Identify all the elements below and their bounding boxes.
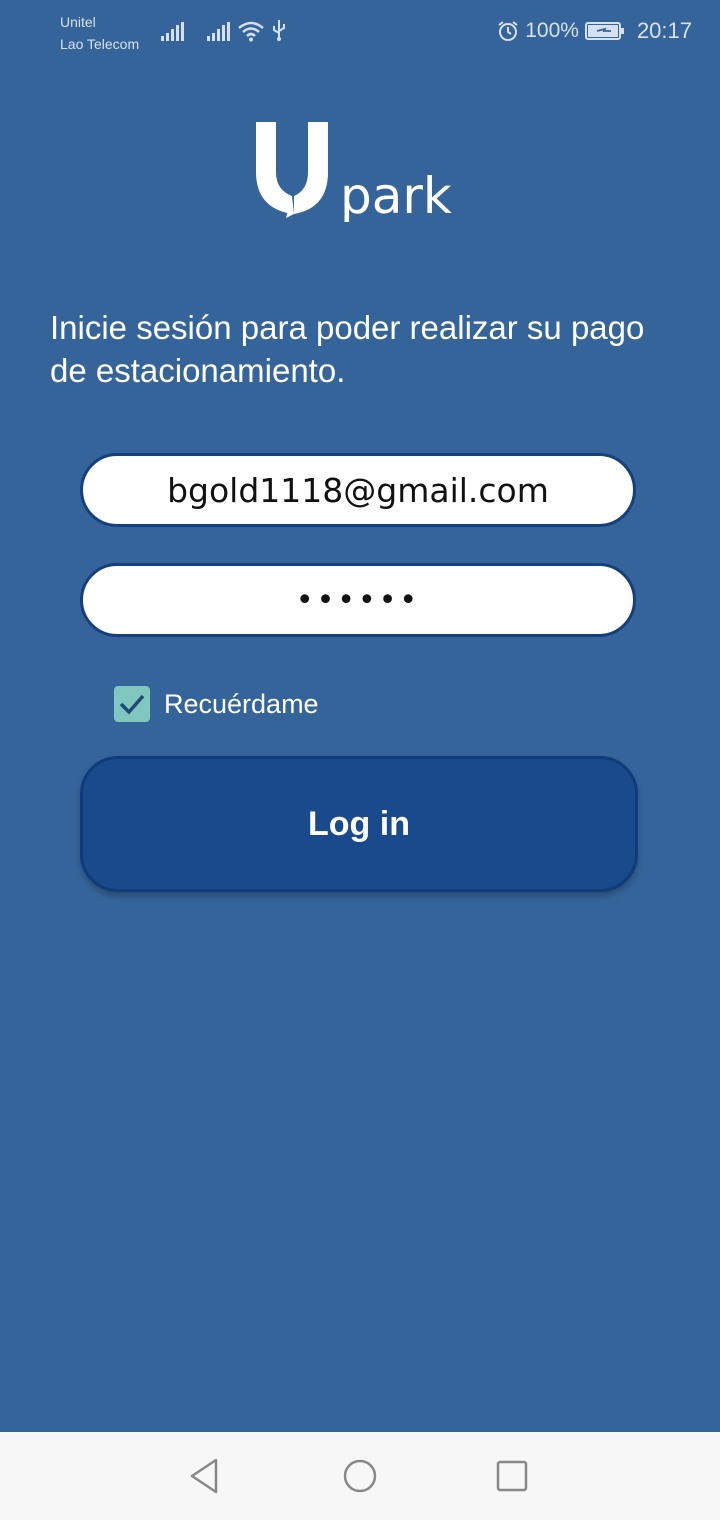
usb-icon [273, 20, 285, 41]
clock: 20:17 [636, 18, 692, 43]
upark-logo: park [256, 122, 452, 222]
signal-icon [207, 22, 230, 41]
recents-icon[interactable] [492, 1456, 532, 1496]
battery-percent: 100% [525, 19, 579, 42]
battery-charging-icon [584, 22, 624, 40]
check-icon [119, 694, 145, 715]
wifi-icon [238, 21, 264, 42]
status-bar: Unitel Lao Telecom 100% 20:17 [0, 0, 720, 64]
status-icons-left [160, 18, 286, 42]
carrier-names: Unitel Lao Telecom [60, 11, 139, 55]
status-icons-right: 100% 20:17 [497, 18, 692, 44]
remember-me-checkbox[interactable] [114, 686, 150, 722]
email-field[interactable]: bgold1118@gmail.com [80, 453, 636, 527]
carrier-1: Unitel [60, 14, 96, 30]
home-icon[interactable] [340, 1456, 380, 1496]
login-intro-text: Inicie sesión para poder realizar su pag… [50, 309, 645, 389]
system-nav-bar [0, 1432, 720, 1520]
password-field[interactable]: •••••• [80, 563, 636, 637]
remember-me[interactable]: Recuérdame [114, 686, 319, 722]
logo-wordmark: park [340, 167, 452, 222]
carrier-2: Lao Telecom [60, 36, 140, 52]
alarm-icon [498, 21, 518, 41]
back-icon[interactable] [186, 1456, 226, 1496]
remember-me-label: Recuérdame [164, 688, 319, 719]
login-button[interactable]: Log in [80, 756, 638, 892]
signal-icon [161, 22, 184, 41]
